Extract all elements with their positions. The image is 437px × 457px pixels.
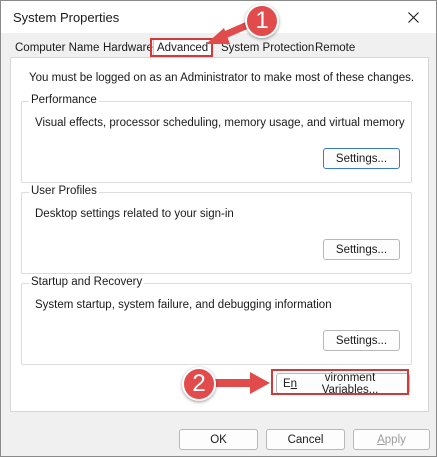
admin-notice: You must be logged on as an Administrato… (29, 72, 415, 84)
user-profiles-label: User Profiles (29, 185, 99, 197)
startup-recovery-settings-button[interactable]: Settings... (323, 330, 400, 351)
user-profiles-settings-button[interactable]: Settings... (323, 239, 400, 260)
tab-computer-name[interactable]: Computer Name (15, 42, 99, 54)
tab-hardware[interactable]: Hardware (103, 42, 153, 54)
cancel-button[interactable]: Cancel (266, 429, 345, 450)
performance-label: Performance (29, 94, 99, 106)
tab-remote[interactable]: Remote (315, 42, 355, 54)
user-profiles-group: User Profiles Desktop settings related t… (21, 185, 412, 274)
environment-variables-highlight (271, 369, 409, 395)
step-2-badge: 2 (182, 367, 216, 401)
apply-button[interactable]: Apply (353, 429, 430, 450)
startup-recovery-group: Startup and Recovery System startup, sys… (21, 276, 412, 365)
user-profiles-description: Desktop settings related to your sign-in (35, 208, 234, 220)
performance-group: Performance Visual effects, processor sc… (21, 94, 412, 183)
ok-button[interactable]: OK (179, 429, 258, 450)
title-bar: System Properties (1, 1, 436, 33)
close-button[interactable] (396, 3, 430, 31)
tab-system-protection[interactable]: System Protection (221, 42, 314, 54)
startup-recovery-label: Startup and Recovery (29, 276, 145, 288)
performance-settings-button[interactable]: Settings... (323, 148, 400, 169)
advanced-tab-highlight (150, 38, 213, 57)
startup-recovery-description: System startup, system failure, and debu… (35, 299, 332, 311)
advanced-tab-panel: You must be logged on as an Administrato… (10, 57, 429, 412)
close-icon (407, 11, 419, 23)
performance-description: Visual effects, processor scheduling, me… (35, 117, 405, 129)
step-1-badge: 1 (245, 4, 279, 38)
window-title: System Properties (13, 10, 120, 25)
